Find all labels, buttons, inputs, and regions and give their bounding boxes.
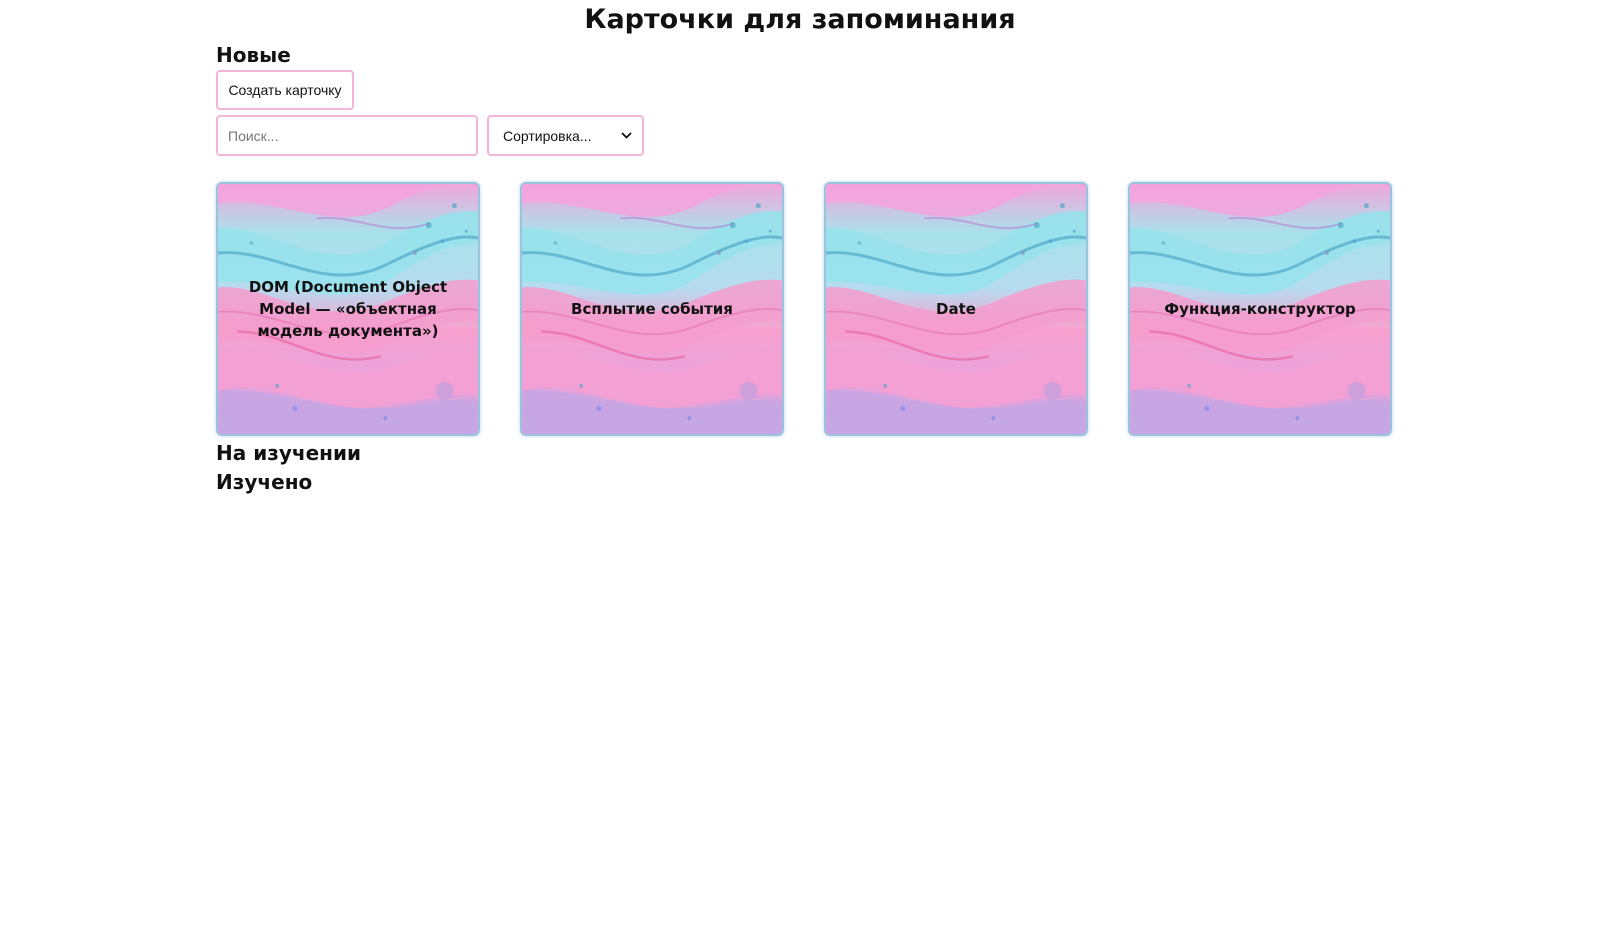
- card-title: DOM (Document Object Model — «объектная …: [248, 278, 448, 340]
- sort-select[interactable]: Сортировка...: [487, 115, 644, 156]
- card[interactable]: DOM (Document Object Model — «объектная …: [216, 182, 480, 436]
- page-title: Карточки для запоминания: [584, 4, 1016, 35]
- section-title-learned: Изучено: [216, 470, 313, 494]
- card[interactable]: Функция-конструктор: [1128, 182, 1392, 436]
- sort-select-value: Сортировка...: [503, 127, 592, 144]
- card-title: Date: [936, 300, 976, 318]
- card-title: Функция-конструктор: [1164, 300, 1356, 318]
- section-title-new: Новые: [216, 43, 291, 67]
- card[interactable]: Date: [824, 182, 1088, 436]
- create-card-button[interactable]: Создать карточку: [216, 70, 354, 110]
- section-title-learning: На изучении: [216, 441, 362, 465]
- search-input[interactable]: [216, 115, 478, 156]
- card[interactable]: Всплытие события: [520, 182, 784, 436]
- card-title: Всплытие события: [571, 300, 733, 318]
- chevron-down-icon: [621, 132, 632, 139]
